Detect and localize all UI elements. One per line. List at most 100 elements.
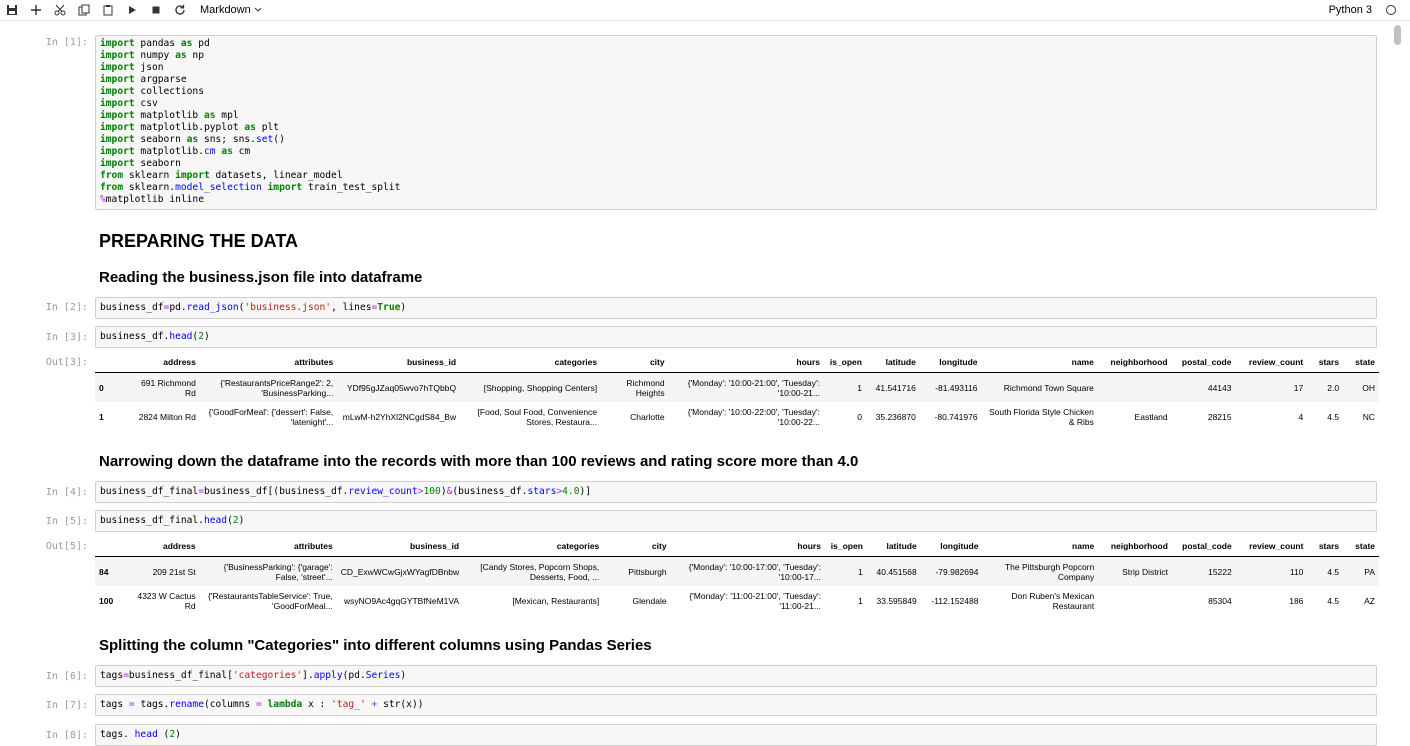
table-row: 100 4323 W Cactus Rd {'RestaurantsTableSer… [95,586,1379,615]
cell-city: Glendale [632,595,667,606]
kernel-idle-icon [1386,5,1396,15]
column-header-address: address [132,352,200,373]
table-row: 84 209 21st St {'BusinessParking': {'garag… [95,556,1379,586]
scrollbar-thumb[interactable] [1394,25,1401,45]
row-index: 0 [95,372,133,402]
code-cell-rename[interactable]: tags = tags.rename(columns = lambda x : … [95,694,1377,716]
cell-hours: {'Monday': '11:00-21:00', 'Tuesday': '11… [689,590,821,611]
restart-icon[interactable] [168,0,192,20]
cell-state: NC [1362,411,1375,422]
cell-type-label: Markdown [200,4,251,16]
notebook-toolbar: Markdown Python 3 [0,0,1410,21]
code-cell-tags-head[interactable]: tags. head (2) [95,724,1377,746]
chevron-down-icon [254,7,262,12]
cell-state: AZ [1364,595,1375,606]
cell-longitude: -81.493116 [919,372,982,402]
column-header-latitude: latitude [866,536,921,557]
vertical-scrollbar[interactable] [1392,21,1404,741]
add-icon[interactable] [24,0,48,20]
column-header-business-id: business_id [337,352,461,373]
cell-stars: 4.5 [1327,595,1340,606]
cell-business-id: wsyNO9Ac4gqGYTBfNeM1VA [343,595,460,606]
column-header-name: name [982,536,1099,557]
column-header-name: name [981,352,1098,373]
cell-attributes: {'RestaurantsTableService': True, 'GoodF… [208,590,333,611]
cell-hours: {'Monday': '10:00-17:00', 'Tuesday': '10… [670,556,825,586]
output-prompt: Out[5]: [45,541,88,552]
column-header-postal-code: postal_code [1171,536,1236,557]
cell-type-select[interactable]: Markdown [200,4,262,16]
cell-address: 2824 Milton Rd [138,411,196,422]
table-row: 0 691 Richmond Rd {'RestaurantsPriceRange2… [95,372,1379,402]
cell-stars: 4.5 [1327,411,1340,422]
column-header-hours: hours [670,536,825,557]
cell-state: PA [1343,556,1379,586]
cell-name: Richmond Town Square [981,372,1098,402]
save-icon[interactable] [0,0,24,20]
column-header-latitude: latitude [865,352,920,373]
column-header-state: state [1343,352,1379,373]
run-icon[interactable] [120,0,144,20]
code-cell-head-final[interactable]: business_df_final.head(2) [95,510,1377,532]
cell-review-count: 4 [1298,411,1304,422]
table-header-row: address attributes business_id categories ci… [95,352,1379,373]
column-header-review-count: review_count [1235,352,1308,373]
cell-is-open: 1 [858,595,863,606]
code-cell-read-json[interactable]: business_df=pd.read_json('business.json'… [95,297,1377,319]
index-header [95,536,133,557]
cell-latitude: 33.595849 [876,595,917,606]
cell-attributes: {'RestaurantsPriceRange2': 2, 'BusinessP… [199,372,338,402]
dataframe-output-2: address attributes business_id categories ci… [95,536,1379,615]
input-prompt: In [2]: [45,302,88,313]
column-header-state: state [1343,536,1379,557]
cut-icon[interactable] [48,0,72,20]
cell-stars: 4.5 [1307,556,1344,586]
cell-postal-code: 44143 [1171,372,1236,402]
cell-neighborhood: Eastland [1134,411,1168,422]
heading-splitting-categories: Splitting the column "Categories" into d… [99,637,652,654]
column-header-attributes: attributes [199,536,337,557]
column-header-city: city [603,536,671,557]
cell-postal-code: 15222 [1171,556,1236,586]
code-cell-split[interactable]: tags=business_df_final['categories'].app… [95,665,1377,687]
code-cell-head[interactable]: business_df.head(2) [95,326,1377,348]
cell-neighborhood [1097,372,1172,402]
cell-city: Richmond Heights [601,372,669,402]
cell-attributes: {'BusinessParking': {'garage': False, 's… [199,556,337,586]
cell-attributes: {'GoodForMeal': {'dessert': False, 'late… [208,406,334,427]
kernel-name: Python 3 [1328,4,1372,16]
cell-longitude: -80.741976 [934,411,978,422]
paste-icon[interactable] [96,0,120,20]
cell-longitude: -112.152488 [931,595,979,606]
code-cell-imports[interactable]: import pandas as pd import numpy as np i… [95,35,1377,210]
cell-postal-code: 85304 [1208,595,1232,606]
input-prompt: In [4]: [45,487,88,498]
column-header-is-open: is_open [824,536,867,557]
cell-state: OH [1343,372,1379,402]
cell-name: Don Ruben's Mexican Restaurant [1011,590,1095,611]
cell-name: South Florida Style Chicken & Ribs [988,406,1094,427]
row-index: 1 [99,411,104,422]
cell-stars: 2.0 [1307,372,1344,402]
cell-name: The Pittsburgh Popcorn Company [982,556,1099,586]
cell-hours: {'Monday': '10:00-22:00', 'Tuesday': '10… [687,406,820,427]
column-header-stars: stars [1307,536,1344,557]
cell-address: 209 21st St [132,556,200,586]
code-cell-filter[interactable]: business_df_final=business_df[(business_… [95,481,1377,503]
row-index: 84 [95,556,133,586]
column-header-stars: stars [1307,352,1344,373]
column-header-city: city [601,352,669,373]
stop-icon[interactable] [144,0,168,20]
table-row: 1 2824 Milton Rd {'GoodForMeal': {'dessert… [95,402,1379,431]
cell-is-open: 1 [824,556,867,586]
cell-address: 4323 W Cactus Rd [137,590,196,611]
column-header-hours: hours [668,352,824,373]
cell-neighborhood: Strip District [1098,556,1172,586]
column-header-categories: categories [460,352,602,373]
column-header-postal-code: postal_code [1171,352,1236,373]
cell-categories: [Candy Stores, Popcorn Shops, Desserts, … [463,556,604,586]
input-prompt: In [6]: [45,671,88,682]
cell-latitude: 40.451568 [866,556,921,586]
copy-icon[interactable] [72,0,96,20]
column-header-attributes: attributes [199,352,338,373]
